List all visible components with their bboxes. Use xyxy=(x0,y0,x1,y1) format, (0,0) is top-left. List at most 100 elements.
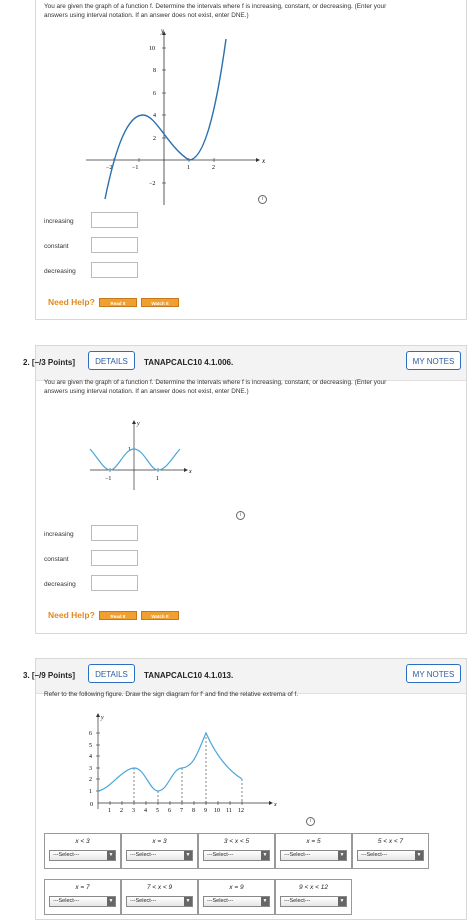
decreasing-input[interactable] xyxy=(91,262,138,278)
info-icon[interactable]: i xyxy=(258,195,267,204)
prompt-line-2: answers using interval notation. If an a… xyxy=(44,11,249,19)
question-1-card: You are given the graph of a function f.… xyxy=(35,0,467,320)
y-tick-2: 2 xyxy=(153,136,156,142)
x-tick-3: 3 xyxy=(132,808,135,814)
select-value: ---Select--- xyxy=(284,898,311,904)
watch-it-button[interactable]: Watch It xyxy=(141,298,179,307)
sign-select[interactable]: ---Select--- ▼ xyxy=(280,850,347,861)
number: 3. xyxy=(23,671,30,680)
watch-it-button[interactable]: Watch It xyxy=(141,611,179,620)
points: [–/3 Points] xyxy=(31,358,76,367)
interval-cell: x = 9 ---Select--- ▼ xyxy=(198,879,275,915)
constant-label: constant xyxy=(44,243,69,250)
y-tick-1: 1 xyxy=(89,789,92,795)
chevron-down-icon: ▼ xyxy=(107,851,115,860)
info-icon[interactable]: i xyxy=(236,511,245,520)
interval-label: 5 < x < 7 xyxy=(377,838,404,845)
constant-input[interactable] xyxy=(91,550,138,566)
y-tick-3: 3 xyxy=(89,766,92,772)
select-value: ---Select--- xyxy=(207,898,234,904)
y-tick-10: 10 xyxy=(149,46,155,52)
prompt-line-1: You are given the graph of a function f.… xyxy=(44,379,387,386)
y-tick-4: 4 xyxy=(153,113,156,119)
sign-select[interactable]: ---Select--- ▼ xyxy=(49,850,116,861)
info-icon[interactable]: i xyxy=(306,817,315,826)
x-tick-2: 2 xyxy=(212,165,215,171)
x-tick-4: 4 xyxy=(144,808,147,814)
interval-cell: 5 < x < 7 ---Select--- ▼ xyxy=(352,833,429,869)
interval-cell: 9 < x < 12 ---Select--- ▼ xyxy=(275,879,352,915)
read-it-button[interactable]: Read It xyxy=(99,298,137,307)
chevron-down-icon: ▼ xyxy=(415,851,423,860)
my-notes-button[interactable]: MY NOTES xyxy=(406,664,461,683)
question-reference: TANAPCALC10 4.1.006. xyxy=(144,358,234,367)
question-number: 2. [–/3 Points] xyxy=(23,358,75,367)
interval-label: 7 < x < 9 xyxy=(146,884,173,891)
graph-x-label: x xyxy=(261,157,266,165)
select-value: ---Select--- xyxy=(130,898,157,904)
graph-y-label: y xyxy=(100,715,104,721)
read-it-button[interactable]: Read It xyxy=(99,611,137,620)
chevron-down-icon: ▼ xyxy=(338,897,346,906)
x-tick-7: 7 xyxy=(180,808,183,814)
x-tick-1: 1 xyxy=(108,808,111,814)
interval-cell: x = 7 ---Select--- ▼ xyxy=(44,879,121,915)
sign-select[interactable]: ---Select--- ▼ xyxy=(203,896,270,907)
interval-cell: 7 < x < 9 ---Select--- ▼ xyxy=(121,879,198,915)
number: 2. xyxy=(23,358,30,367)
my-notes-button[interactable]: MY NOTES xyxy=(406,351,461,370)
interval-cell: 3 < x < 5 ---Select--- ▼ xyxy=(198,833,275,869)
chevron-down-icon: ▼ xyxy=(107,897,115,906)
increasing-input[interactable] xyxy=(91,212,138,228)
prompt-line-1: You are given the graph of a function f.… xyxy=(44,3,387,10)
sign-select[interactable]: ---Select--- ▼ xyxy=(126,896,193,907)
interval-label: x = 9 xyxy=(229,884,244,891)
y-tick-6: 6 xyxy=(89,731,92,737)
question-number: 3. [–/9 Points] xyxy=(23,671,75,680)
sign-select[interactable]: ---Select--- ▼ xyxy=(203,850,270,861)
x-tick-6: 6 xyxy=(168,808,171,814)
constant-input[interactable] xyxy=(91,237,138,253)
details-button[interactable]: DETAILS xyxy=(88,351,135,370)
sign-select[interactable]: ---Select--- ▼ xyxy=(49,896,116,907)
question-3-header: 3. [–/9 Points] DETAILS TANAPCALC10 4.1.… xyxy=(23,659,466,694)
y-tick-4: 4 xyxy=(89,754,92,760)
chevron-down-icon: ▼ xyxy=(184,897,192,906)
decreasing-label: decreasing xyxy=(44,268,76,275)
select-value: ---Select--- xyxy=(284,852,311,858)
y-tick-5: 5 xyxy=(89,743,92,749)
function-curve xyxy=(89,448,181,471)
need-help-label: Need Help? xyxy=(48,297,95,307)
question-reference: TANAPCALC10 4.1.013. xyxy=(144,671,234,680)
x-tick-1: 1 xyxy=(156,476,159,482)
select-value: ---Select--- xyxy=(207,852,234,858)
increasing-input[interactable] xyxy=(91,525,138,541)
x-tick-5: 5 xyxy=(156,808,159,814)
question-2-graph: y x −1 1 1 xyxy=(89,420,192,490)
x-tick-neg1: −1 xyxy=(105,476,111,482)
x-tick-neg1: −1 xyxy=(132,165,138,171)
origin-label: 0 xyxy=(90,802,93,808)
x-tick-12: 12 xyxy=(238,808,244,814)
interval-label: 3 < x < 5 xyxy=(223,838,250,845)
sign-select[interactable]: ---Select--- ▼ xyxy=(280,896,347,907)
points: [–/9 Points] xyxy=(31,671,76,680)
details-button[interactable]: DETAILS xyxy=(88,664,135,683)
y-tick-6: 6 xyxy=(153,91,156,97)
y-tick-8: 8 xyxy=(153,68,156,74)
x-tick-1: 1 xyxy=(187,165,190,171)
question-1-graph: y x 10 8 6 4 2 −2 −2 −1 1 2 xyxy=(86,27,266,205)
question-2-header: 2. [–/3 Points] DETAILS TANAPCALC10 4.1.… xyxy=(23,346,466,381)
select-value: ---Select--- xyxy=(130,852,157,858)
decreasing-input[interactable] xyxy=(91,575,138,591)
question-1-prompt: You are given the graph of a function f.… xyxy=(44,3,454,20)
sign-select[interactable]: ---Select--- ▼ xyxy=(357,850,424,861)
chevron-down-icon: ▼ xyxy=(261,897,269,906)
x-tick-8: 8 xyxy=(192,808,195,814)
sign-select[interactable]: ---Select--- ▼ xyxy=(126,850,193,861)
interval-label: x < 3 xyxy=(75,838,90,845)
y-tick-neg2: −2 xyxy=(149,181,155,187)
question-3-prompt: Refer to the following figure. Draw the … xyxy=(44,691,299,698)
interval-label: x = 5 xyxy=(306,838,321,845)
x-tick-2: 2 xyxy=(120,808,123,814)
